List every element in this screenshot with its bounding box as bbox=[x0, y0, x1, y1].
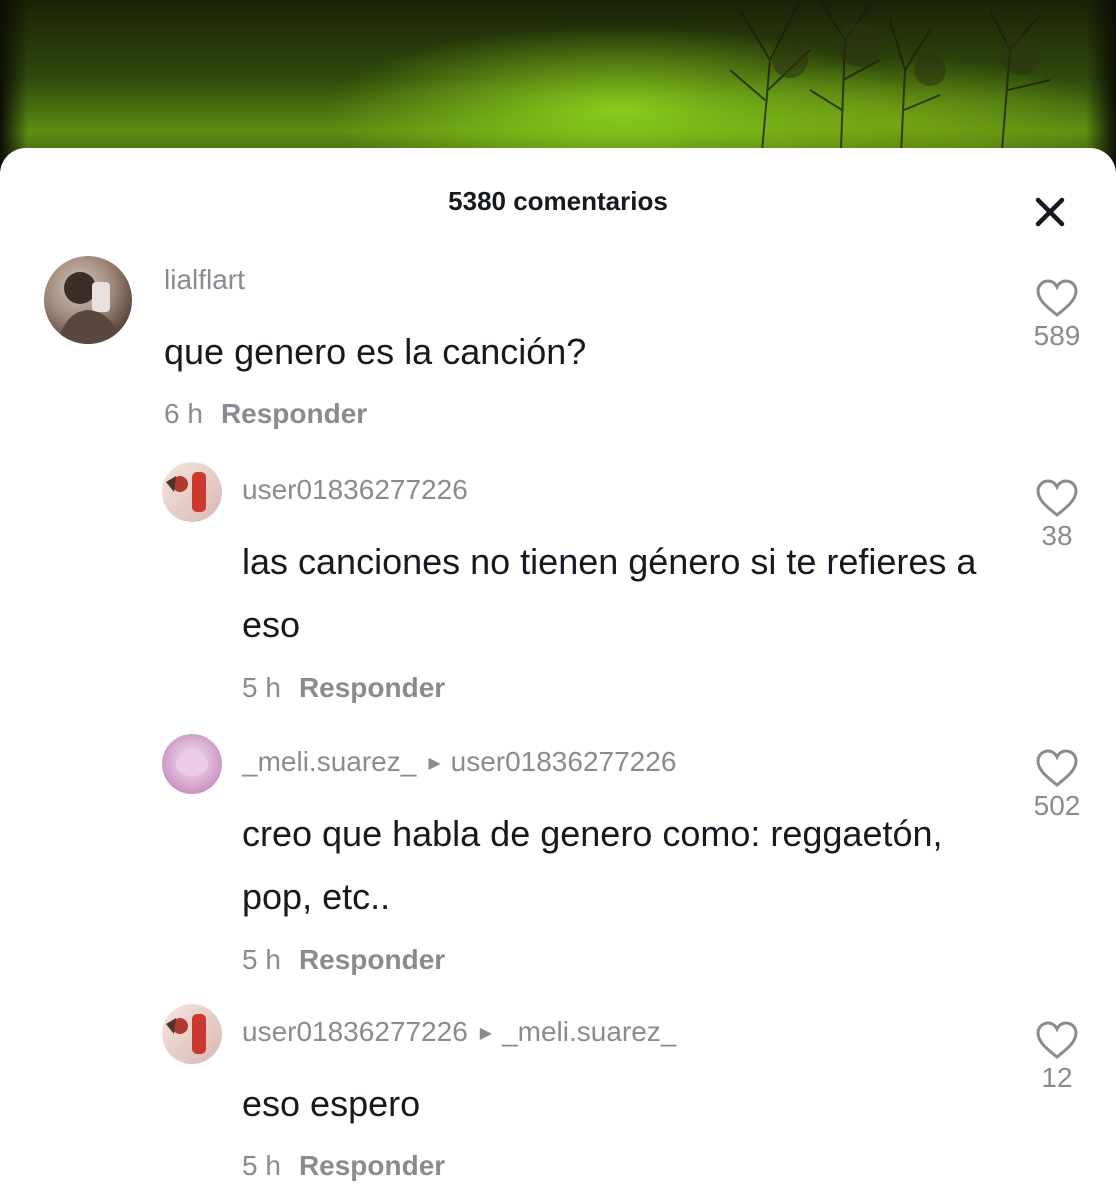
comment-text: creo que habla de genero como: reggaetón… bbox=[242, 813, 943, 917]
comment-text: que genero es la canción? bbox=[164, 331, 587, 372]
heart-icon bbox=[1036, 1021, 1078, 1059]
like-button[interactable]: 502 bbox=[1012, 748, 1102, 822]
comment-meta: 5 h Responder bbox=[242, 944, 445, 976]
heart-icon bbox=[1036, 279, 1078, 317]
comment-time: 5 h bbox=[242, 1150, 281, 1181]
reply-to-username[interactable]: user01836277226 bbox=[451, 746, 677, 777]
comment-text: eso espero bbox=[242, 1083, 421, 1124]
avatar[interactable] bbox=[162, 734, 222, 794]
reply-to-username[interactable]: _meli.suarez_ bbox=[502, 1016, 676, 1047]
comment-meta: 5 h Responder bbox=[242, 1150, 445, 1182]
avatar-photo bbox=[166, 1014, 206, 1054]
avatar-photo bbox=[176, 752, 208, 776]
comment-time: 5 h bbox=[242, 672, 281, 703]
heart-icon bbox=[1036, 479, 1078, 517]
avatar-photo bbox=[166, 472, 206, 512]
comments-count-title: 5380 comentarios bbox=[448, 186, 668, 216]
comments-sheet: 5380 comentarios lialflart que genero es… bbox=[0, 148, 1116, 1200]
triangle-right-icon: ▶ bbox=[479, 1025, 493, 1042]
comment-username[interactable]: user01836277226 ▶ _meli.suarez_ bbox=[242, 1016, 676, 1048]
comment-time: 5 h bbox=[242, 944, 281, 975]
reply-button[interactable]: Responder bbox=[299, 944, 445, 975]
close-button[interactable] bbox=[1030, 192, 1070, 232]
avatar[interactable] bbox=[162, 1004, 222, 1064]
like-count: 38 bbox=[1041, 520, 1073, 551]
avatar[interactable] bbox=[162, 462, 222, 522]
like-button[interactable]: 12 bbox=[1012, 1020, 1102, 1094]
triangle-right-icon: ▶ bbox=[428, 755, 441, 772]
avatar[interactable] bbox=[44, 256, 132, 344]
comment-meta: 5 h Responder bbox=[242, 672, 445, 704]
like-button[interactable]: 589 bbox=[1012, 278, 1102, 352]
comment-time: 6 h bbox=[164, 398, 203, 429]
username-text[interactable]: _meli.suarez_ bbox=[242, 746, 416, 777]
avatar-photo bbox=[58, 272, 120, 344]
comment-text: las canciones no tienen género si te ref… bbox=[242, 541, 977, 645]
reply-button[interactable]: Responder bbox=[299, 672, 445, 703]
username-text[interactable]: user01836277226 bbox=[242, 474, 468, 505]
comment-username[interactable]: lialflart bbox=[164, 264, 245, 296]
like-count: 589 bbox=[1033, 320, 1081, 351]
heart-icon bbox=[1036, 749, 1078, 787]
like-count: 502 bbox=[1033, 790, 1081, 821]
reply-button[interactable]: Responder bbox=[221, 398, 367, 429]
reply-button[interactable]: Responder bbox=[299, 1150, 445, 1181]
like-button[interactable]: 38 bbox=[1012, 478, 1102, 552]
close-icon bbox=[1035, 197, 1065, 227]
like-count: 12 bbox=[1041, 1062, 1073, 1093]
comment-username[interactable]: _meli.suarez_ ▶ user01836277226 bbox=[242, 746, 676, 778]
username-text[interactable]: user01836277226 bbox=[242, 1016, 468, 1047]
comment-username[interactable]: user01836277226 bbox=[242, 474, 468, 506]
username-text[interactable]: lialflart bbox=[164, 264, 245, 295]
comment-meta: 6 h Responder bbox=[164, 398, 367, 430]
